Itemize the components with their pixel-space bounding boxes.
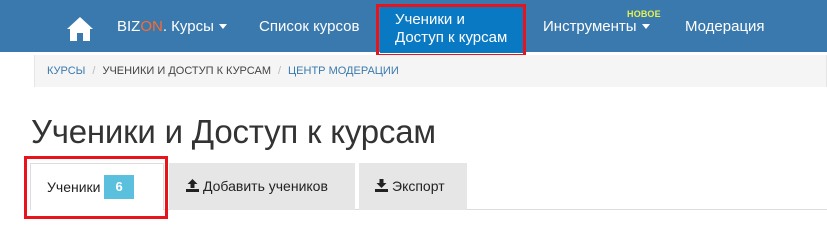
brand-prefix: BIZ	[117, 18, 141, 35]
new-badge: НОВОЕ	[627, 9, 661, 19]
tab-export-label: Экспорт	[392, 178, 445, 194]
nav-moderation[interactable]: Модерация	[685, 18, 765, 35]
tab-add-label: Добавить учеников	[203, 178, 328, 194]
brand-accent: ON	[140, 18, 163, 35]
breadcrumb-separator: /	[277, 65, 282, 77]
nav-tools-menu[interactable]: Инструменты	[543, 18, 650, 35]
brand-suffix: . Курсы	[162, 18, 214, 35]
tab-export[interactable]: Экспорт	[359, 163, 467, 210]
nav-tools-label: Инструменты	[543, 18, 637, 35]
chevron-down-icon	[641, 23, 650, 29]
page-title: Ученики и Доступ к курсам	[31, 113, 436, 150]
home-icon[interactable]	[66, 16, 94, 42]
breadcrumb-current: УЧЕНИКИ И ДОСТУП К КУРСАМ	[102, 65, 271, 77]
breadcrumb-moderation-center[interactable]: ЦЕНТР МОДЕРАЦИИ	[288, 65, 399, 77]
breadcrumb-separator: /	[92, 65, 96, 77]
chevron-down-icon	[218, 23, 227, 29]
upload-icon	[186, 178, 199, 192]
breadcrumb: КУРСЫ / УЧЕНИКИ И ДОСТУП К КУРСАМ / ЦЕНТР МО…	[34, 55, 827, 87]
breadcrumb-courses[interactable]: КУРСЫ	[47, 65, 85, 77]
highlight-box	[376, 4, 526, 57]
download-icon	[375, 178, 388, 192]
tab-add-students[interactable]: Добавить учеников	[169, 163, 355, 210]
brand-menu[interactable]: BIZON. Курсы	[117, 18, 227, 35]
highlight-box	[24, 156, 168, 219]
nav-courses-list[interactable]: Список курсов	[259, 18, 359, 35]
